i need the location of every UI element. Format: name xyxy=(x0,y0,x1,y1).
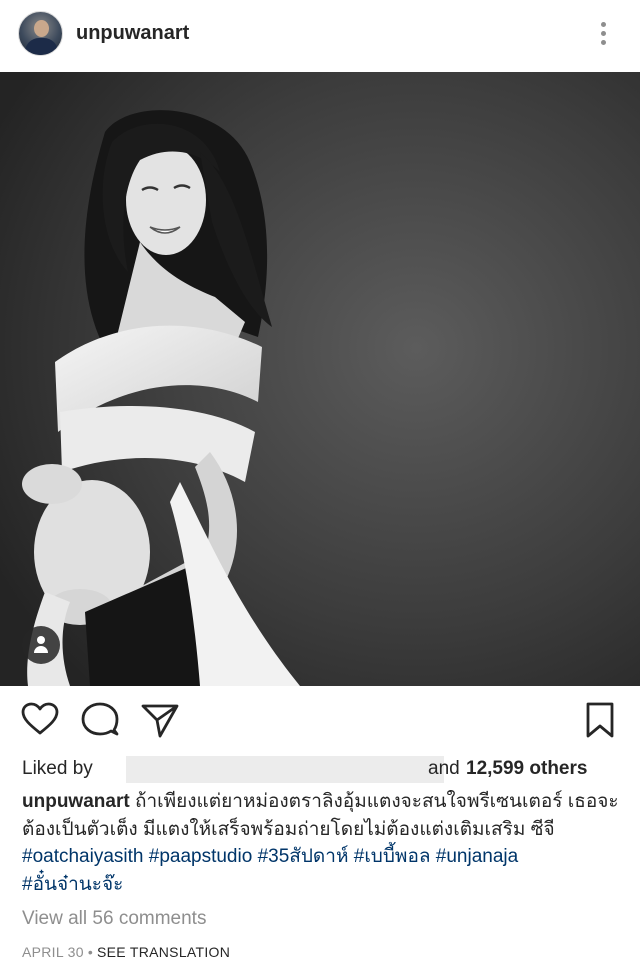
post-header: unpuwanart xyxy=(0,0,640,68)
post-photo[interactable] xyxy=(0,72,640,686)
action-bar xyxy=(0,700,640,740)
liked-by-label: Liked by xyxy=(22,758,93,779)
avatar-suit xyxy=(25,38,58,55)
profile-avatar[interactable] xyxy=(18,11,63,56)
hashtag[interactable]: #unjanaja xyxy=(436,846,518,867)
post-meta: APRIL 30 • SEE TRANSLATION xyxy=(22,944,230,960)
avatar-face xyxy=(34,20,49,37)
bookmark-icon[interactable] xyxy=(580,700,620,740)
likes-conjunction: and xyxy=(428,758,460,779)
post-caption: unpuwanart ถ้าเพียงแต่ยาหม่องตราลิงอุ้มแ… xyxy=(22,788,622,898)
meta-separator: • xyxy=(87,944,94,960)
portrait-illustration xyxy=(0,72,640,686)
caption-username[interactable]: unpuwanart xyxy=(22,791,130,812)
redacted-username xyxy=(126,756,444,783)
heart-icon[interactable] xyxy=(20,700,60,740)
hashtag[interactable]: #35สัปดาห์ xyxy=(258,846,349,867)
likes-count[interactable]: 12,599 others xyxy=(466,758,587,780)
more-options-icon[interactable] xyxy=(596,20,612,48)
hashtag[interactable]: #oatchaiyasith xyxy=(22,846,143,867)
view-all-comments-link[interactable]: View all 56 comments xyxy=(22,908,206,930)
comment-icon[interactable] xyxy=(80,700,120,740)
hashtag[interactable]: #อั๋นจ๋านะจ๊ะ xyxy=(22,874,123,895)
header-username[interactable]: unpuwanart xyxy=(76,22,189,45)
post-date: APRIL 30 xyxy=(22,944,84,960)
paper-plane-icon[interactable] xyxy=(140,700,180,740)
see-translation-link[interactable]: SEE TRANSLATION xyxy=(97,944,230,960)
user-tag-icon[interactable] xyxy=(22,626,60,664)
hashtag[interactable]: #paapstudio xyxy=(149,846,253,867)
hashtag[interactable]: #เบบี้พอล xyxy=(354,846,431,867)
